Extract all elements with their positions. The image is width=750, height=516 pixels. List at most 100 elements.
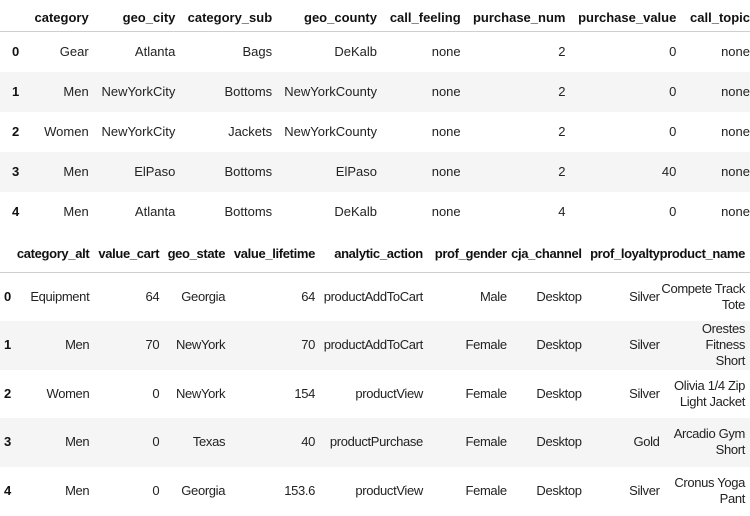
cell-geo-state: NewYork	[176, 385, 226, 401]
column-header: call_topic	[676, 0, 750, 32]
cell-prof-gender: Female	[465, 482, 507, 498]
cell-category: Women	[44, 124, 89, 139]
row-index: 2	[12, 124, 20, 139]
cell-category-alt: Men	[65, 482, 90, 498]
column-header: value_cart	[89, 236, 160, 273]
cell-purchase-value: 40	[661, 164, 677, 179]
column-header: category_alt	[16, 236, 90, 273]
column-header: call_feeling	[376, 0, 461, 32]
cell-call-feeling: none	[431, 84, 461, 99]
cell-geo-county: NewYorkCounty	[284, 124, 377, 139]
cell-value-cart: 70	[145, 337, 160, 353]
cell-value-cart: 0	[152, 482, 160, 498]
cell-cja-channel: Desktop	[536, 288, 582, 304]
column-header: analytic_action	[315, 236, 423, 273]
row-index: 3	[4, 434, 11, 450]
row-index: 0	[4, 288, 11, 304]
cell-category-sub: Bags	[242, 44, 273, 59]
cell-geo-county: NewYorkCounty	[284, 84, 377, 99]
row-index: 2	[4, 385, 11, 401]
cell-product-name: Arcadio Gym Short	[660, 418, 750, 467]
cell-value-cart: 0	[152, 434, 160, 450]
row-index: 1	[12, 84, 20, 99]
cell-geo-city: Atlanta	[134, 44, 176, 59]
row-index: 1	[4, 337, 11, 353]
cell-prof-gender: Female	[465, 337, 507, 353]
cell-geo-state: Georgia	[181, 288, 226, 304]
header-row: category_alt value_cart geo_state value_…	[0, 236, 750, 273]
product-name-line: Short	[715, 442, 746, 458]
row-index: 4	[4, 482, 11, 498]
table-row: 0 Equipment 64 Georgia 64 productAddToCart Mal…	[0, 272, 750, 321]
cell-call-feeling: none	[431, 124, 461, 139]
cell-purchase-value: 0	[669, 124, 677, 139]
dataframe-table-2: category_alt value_cart geo_state value_…	[0, 236, 750, 515]
table-row: 2 Women 0 NewYork 154 productView Female Deskto…	[0, 370, 750, 419]
row-index: 4	[12, 204, 20, 219]
cell-product-name: Compete Track Tote	[660, 272, 750, 321]
cell-category-sub: Jackets	[228, 124, 273, 139]
cell-geo-county: ElPaso	[335, 164, 377, 179]
table-row: 1 Men NewYorkCity Bottoms NewYorkCounty none 2…	[0, 71, 750, 112]
cell-purchase-num: 2	[558, 124, 566, 139]
cell-cja-channel: Desktop	[536, 434, 582, 450]
cell-category-alt: Men	[65, 337, 90, 353]
cell-geo-county: DeKalb	[334, 204, 377, 219]
cell-geo-state: NewYork	[176, 337, 226, 353]
table-row: 3 Men 0 Texas 40 productPurchase Female Desktop…	[0, 418, 750, 467]
product-name-line: Compete Track	[661, 280, 745, 296]
cell-prof-gender: Female	[465, 385, 507, 401]
cell-value-lifetime: 70	[301, 337, 315, 353]
column-header: purchase_value	[565, 0, 677, 32]
table-row: 1 Men 70 NewYork 70 productAddToCart Female Des…	[0, 321, 750, 370]
cell-value-cart: 0	[152, 385, 160, 401]
cell-cja-channel: Desktop	[536, 385, 582, 401]
cell-product-name: Olivia 1/4 Zip Light Jacket	[660, 370, 750, 419]
cell-analytic-action: productPurchase	[329, 434, 423, 450]
cell-analytic-action: productView	[355, 482, 423, 498]
cell-prof-gender: Female	[465, 434, 507, 450]
cell-cja-channel: Desktop	[536, 482, 582, 498]
column-header: value_lifetime	[225, 236, 315, 273]
cell-call-topic: none	[721, 124, 750, 139]
column-header: geo_state	[159, 236, 225, 273]
cell-category-sub: Bottoms	[224, 164, 273, 179]
column-header: cja_channel	[506, 236, 582, 273]
table-row: 4 Men 0 Georgia 153.6 productView Female Deskto…	[0, 467, 750, 516]
cell-geo-city: NewYorkCity	[101, 124, 176, 139]
product-name-line: Cronus Yoga	[674, 474, 745, 490]
cell-geo-county: DeKalb	[334, 44, 377, 59]
table-row: 3 Men ElPaso Bottoms ElPaso none 2 40 none	[0, 151, 750, 192]
row-index: 0	[12, 44, 20, 59]
product-name-line: Pant	[719, 490, 746, 506]
cell-prof-loyalty: Silver	[629, 337, 660, 353]
cell-call-topic: none	[721, 204, 750, 219]
cell-category-alt: Equipment	[30, 288, 90, 304]
column-header: geo_city	[88, 0, 176, 32]
cell-prof-loyalty: Silver	[629, 482, 660, 498]
cell-category: Gear	[59, 44, 89, 59]
cell-category-sub: Bottoms	[224, 204, 273, 219]
cell-purchase-value: 0	[669, 44, 677, 59]
cell-purchase-num: 2	[558, 164, 566, 179]
column-header: prof_gender	[422, 236, 507, 273]
column-header: category	[22, 0, 89, 32]
column-header: geo_county	[272, 0, 377, 32]
cell-value-lifetime: 40	[301, 434, 315, 450]
cell-purchase-num: 4	[558, 204, 566, 219]
cell-call-feeling: none	[431, 204, 461, 219]
cell-call-topic: none	[721, 84, 750, 99]
cell-prof-loyalty: Silver	[629, 385, 660, 401]
column-header: purchase_num	[460, 0, 566, 32]
product-name-line: Light Jacket	[679, 393, 746, 409]
cell-call-topic: none	[721, 164, 750, 179]
dataframe-table-1: category geo_city category_sub geo_count…	[0, 0, 750, 232]
cell-category: Men	[63, 204, 89, 219]
cell-product-name: Orestes Fitness Short	[660, 321, 750, 370]
cell-category-alt: Women	[46, 385, 90, 401]
cell-purchase-value: 0	[669, 204, 677, 219]
cell-value-lifetime: 154	[294, 385, 315, 401]
cell-prof-loyalty: Silver	[629, 288, 660, 304]
cell-geo-city: ElPaso	[134, 164, 176, 179]
cell-category: Men	[63, 84, 89, 99]
